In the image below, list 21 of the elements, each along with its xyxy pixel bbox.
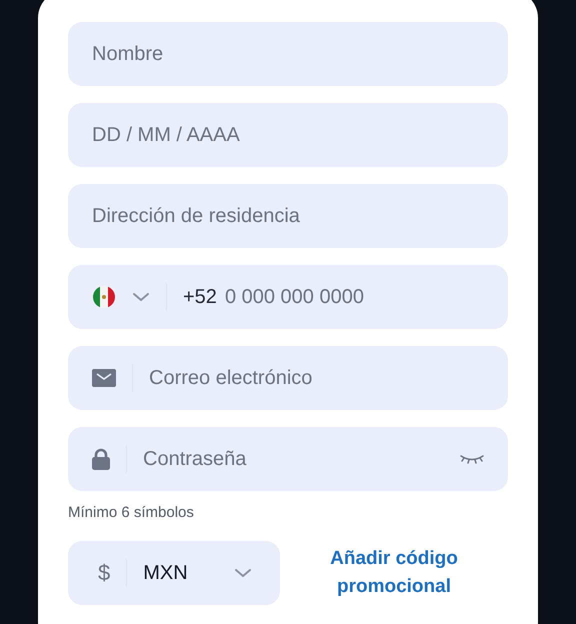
chevron-down-icon	[132, 292, 150, 302]
email-field[interactable]: Correo electrónico	[68, 346, 508, 410]
phone-input[interactable]: 0 000 000 0000	[224, 282, 484, 312]
password-hint: Mínimo 6 símbolos	[68, 503, 195, 523]
phone-prefix: +52	[183, 285, 217, 310]
phone-field[interactable]: +52 0 000 000 0000	[68, 265, 508, 329]
password-field[interactable]: Contraseña	[68, 427, 508, 491]
currency-symbol: $	[98, 559, 110, 587]
input-field[interactable]: Nombre	[68, 22, 508, 86]
password-input[interactable]: Contraseña	[143, 444, 444, 474]
promo-code-link[interactable]: Añadir código promocional	[280, 544, 508, 600]
envelope-icon	[92, 369, 116, 387]
lock-icon	[92, 448, 110, 470]
email-input[interactable]: Correo electrónico	[149, 363, 484, 393]
chevron-down-icon	[234, 568, 252, 578]
currency-select[interactable]: $ MXN	[68, 540, 280, 604]
input-field[interactable]: DD / MM / AAAA	[68, 103, 508, 167]
closed-eye-icon[interactable]	[460, 453, 484, 465]
flag-icon	[92, 285, 116, 309]
country-dropdown[interactable]	[132, 292, 150, 302]
input-field[interactable]: Dirección de residencia	[68, 184, 508, 248]
